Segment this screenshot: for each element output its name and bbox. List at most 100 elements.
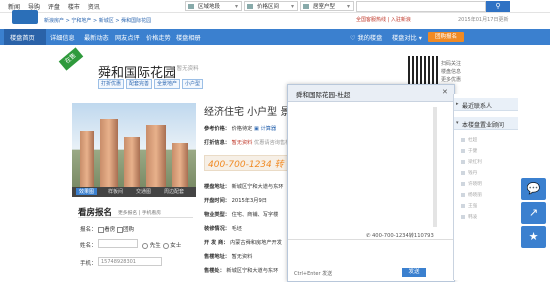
tag[interactable]: 小户型 [182, 79, 204, 89]
chevron-down-icon: ▾ [346, 3, 350, 10]
info-key: 装修情况： [204, 226, 230, 232]
send-hint: Ctrl+Enter 发送 [294, 271, 333, 277]
district-select-value: 区域地段 [198, 4, 221, 10]
chat-dialog: 舜和国际花园-杜超 ✕ ✆ 400-700-1234转110793 Ctrl+E… [287, 84, 455, 282]
tab-news[interactable]: 最新动态 [84, 33, 109, 42]
search-button[interactable]: ⚲ [486, 1, 510, 12]
tab-album[interactable]: 楼盘相册 [176, 33, 201, 42]
tag[interactable]: 打折优惠 [98, 79, 125, 89]
name-input[interactable] [98, 239, 138, 248]
district-select[interactable]: 区域地段 ▾ [185, 1, 242, 11]
chat-input[interactable] [292, 242, 450, 266]
building-shape [146, 125, 166, 187]
qr-text-line: 楼盘信息 [441, 69, 462, 75]
intent-option: 看房 [104, 227, 116, 233]
compare-label: 楼盘对比 [392, 35, 417, 42]
chat-scrollbar[interactable] [433, 107, 437, 227]
recent-contacts-title: 最近联系人 [462, 103, 493, 110]
info-key: 楼盘地址： [204, 184, 230, 190]
send-button[interactable]: 发送 [402, 268, 426, 277]
consultant-item[interactable]: 杨晓丽 [461, 192, 482, 198]
tag[interactable]: 配套完善 [126, 79, 153, 89]
info-key: 开盘时间： [204, 198, 230, 204]
my-projects-link[interactable]: ♡ 我的楼盘 [350, 33, 382, 42]
info-key: 售楼地址： [204, 254, 230, 260]
chevron-down-icon: ▾ [456, 120, 459, 126]
building-shape [80, 131, 94, 187]
share-icon[interactable]: ↗ [521, 202, 546, 224]
contacts-panel: ▸ 最近联系人 ▾ 本楼盘置业顾问 杜超 于健 梁红利 钱丹 许晓明 杨晓丽 王… [453, 94, 518, 280]
compare-link[interactable]: 楼盘对比 ▾ [392, 33, 422, 42]
hotline-top[interactable]: 全国客服热线 | 入驻新浪 [356, 16, 411, 23]
chat-icon[interactable]: 💬 [521, 178, 546, 200]
price-select[interactable]: 价格区间 ▾ [244, 1, 298, 11]
tab-price-trend[interactable]: 价格走势 [146, 33, 171, 42]
top-nav-item[interactable]: 楼市 [68, 4, 80, 11]
info-showroom: 售楼处： 新城区宁和大道与东环 [204, 267, 278, 274]
calculator-label: 计算器 [260, 126, 277, 132]
chat-title: 舜和国际花园-杜超 [296, 91, 351, 99]
consultant-item[interactable]: 钱丹 [460, 170, 477, 176]
group-buy-button[interactable]: 团购报名 [428, 32, 464, 42]
room-type-select-value: 居室户型 [313, 4, 336, 10]
info-discount: 打折信息： 暂无资料 优惠请咨询售楼处 [204, 139, 296, 146]
tab-home[interactable]: 楼盘首页 [10, 33, 35, 42]
photo-tab[interactable]: 周边配套 [164, 188, 184, 195]
info-ref-price: 参考价格： 价格待定 ▣ 计算器 [204, 125, 276, 132]
qr-text-line: 更多优惠 [441, 77, 462, 83]
breadcrumb[interactable]: 新浪房产 > 宁和地产 > 新城区 > 舜和国际花园 [44, 17, 151, 24]
close-icon[interactable]: ✕ [442, 88, 448, 96]
phone-label: 手机： [80, 261, 97, 267]
site-logo[interactable] [12, 10, 38, 24]
radio-female[interactable] [162, 242, 169, 249]
consultants-title: 本楼盘置业顾问 [462, 122, 505, 129]
info-value: 暂无资料 [231, 140, 253, 146]
tab-details[interactable]: 详细信息 [50, 33, 75, 42]
consultant-item[interactable]: 许晓明 [461, 181, 482, 187]
building-shape [100, 119, 118, 187]
intent-option: 团购 [123, 227, 135, 233]
photo-tab[interactable]: 交通图 [136, 188, 151, 195]
consultant-item[interactable]: 王强 [460, 203, 477, 209]
info-key: 售楼处： [204, 268, 225, 274]
info-sales-address: 售楼地址： 暂无资料 [204, 253, 252, 260]
qr-text-line: 扫码关注 [441, 61, 462, 67]
consultants-header[interactable]: ▾ 本楼盘置业顾问 [454, 117, 518, 130]
recent-contacts-header[interactable]: ▸ 最近联系人 [454, 98, 518, 111]
search-input[interactable] [356, 1, 486, 12]
calculator-link[interactable]: ▣ 计算器 [254, 126, 276, 132]
chat-header[interactable]: 舜和国际花园-杜超 ✕ [288, 85, 454, 102]
top-nav-item[interactable]: 资讯 [88, 4, 100, 11]
consultant-item[interactable]: 梁红利 [461, 159, 482, 165]
photo-tab[interactable]: 效果图 [76, 188, 98, 195]
info-value: 新城区宁和大道与东环 [231, 184, 284, 190]
top-nav-item[interactable]: 评盘 [48, 4, 60, 11]
phone-input[interactable]: 15748928301 [98, 257, 162, 266]
star-icon[interactable]: ★ [521, 226, 546, 248]
gender-row: 先生 女士 [142, 241, 181, 249]
chat-phone: ✆ 400-700-1234转110793 [366, 233, 434, 239]
tag[interactable]: 全景地产 [154, 79, 181, 89]
consultant-item[interactable]: 于健 [460, 148, 477, 154]
house-icon [303, 4, 309, 9]
divider [78, 217, 193, 218]
consultant-item[interactable]: 杜超 [460, 137, 477, 143]
photo-tab[interactable]: 样板间 [108, 188, 123, 195]
qr-text: 扫码关注 楼盘信息 更多优惠 [441, 60, 461, 84]
tab-reviews[interactable]: 网友点评 [115, 33, 140, 42]
divider [288, 239, 454, 240]
registration-link[interactable]: 更多报名 | 手机看房 [118, 209, 161, 216]
consultant-item[interactable]: 韩凌 [460, 214, 477, 220]
qr-code [408, 56, 438, 86]
price-icon [247, 4, 253, 9]
price-hint: ● 暂无资料 [170, 66, 199, 72]
info-key: 开 发 商： [204, 240, 229, 246]
room-type-select[interactable]: 居室户型 ▾ [300, 1, 354, 11]
location-icon [188, 4, 194, 9]
info-developer: 开 发 商： 内蒙古舜和房地产开发 [204, 239, 282, 246]
radio-male[interactable] [142, 242, 148, 249]
info-value: 2015年3月9日 [231, 198, 267, 204]
info-open-date: 开盘时间： 2015年3月9日 [204, 197, 267, 204]
project-photo[interactable] [72, 103, 196, 187]
photo-tabs: 效果图 样板间 交通图 周边配套 [72, 187, 196, 197]
